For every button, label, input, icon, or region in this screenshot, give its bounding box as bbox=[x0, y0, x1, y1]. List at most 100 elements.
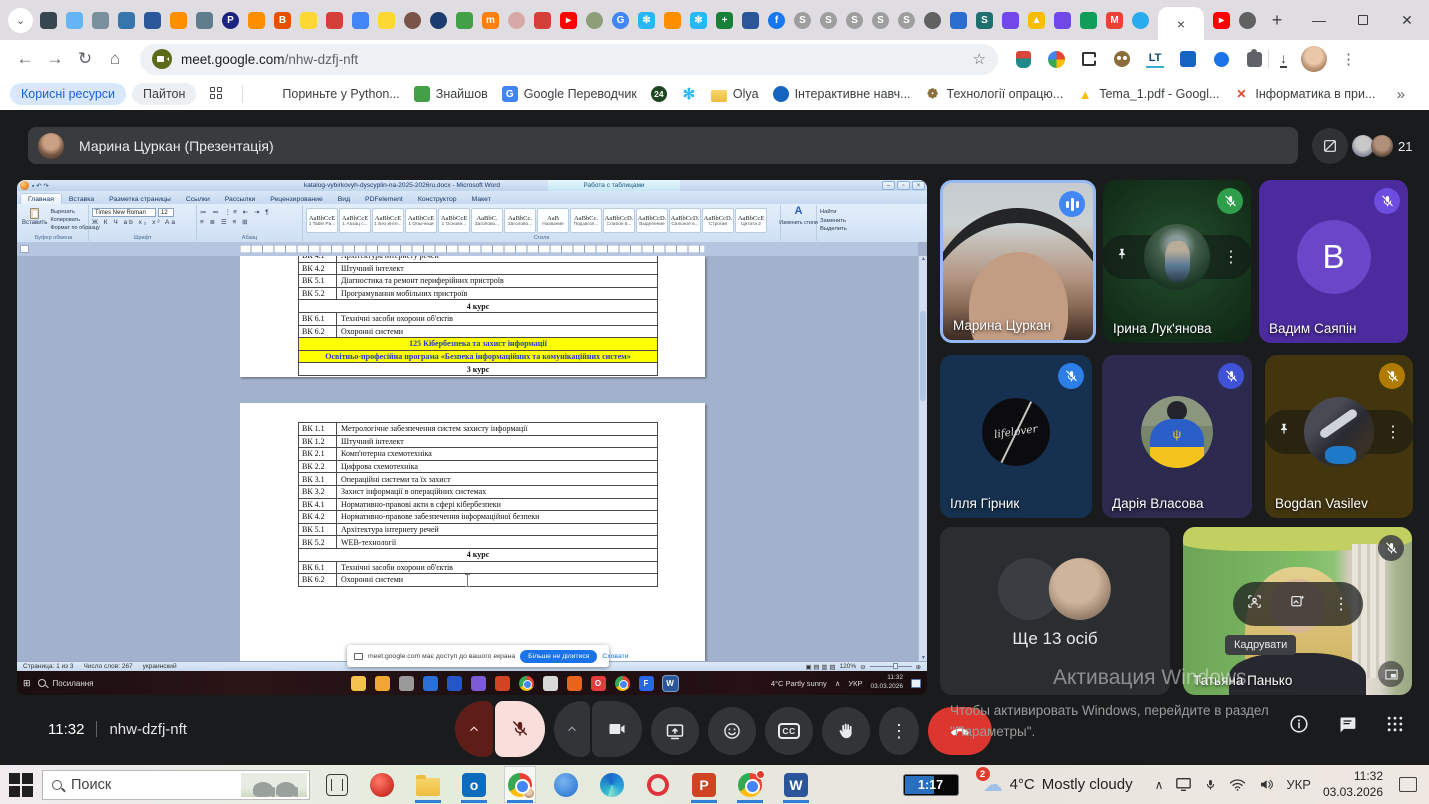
tab-favicon[interactable] bbox=[326, 12, 343, 29]
tab-favicon[interactable] bbox=[118, 12, 135, 29]
reload-icon[interactable]: ↻ bbox=[70, 49, 100, 69]
mic-options-button[interactable] bbox=[455, 701, 493, 757]
present-button[interactable] bbox=[651, 707, 699, 755]
info-panel-button[interactable] bbox=[1288, 713, 1310, 740]
tile-controls[interactable]: ⋮ bbox=[1233, 582, 1363, 626]
bookmark-translate[interactable]: GGoogle Переводчик bbox=[495, 86, 644, 102]
back-icon[interactable]: ← bbox=[10, 49, 40, 69]
pin-icon[interactable] bbox=[1277, 422, 1291, 441]
maximize-button[interactable] bbox=[1341, 0, 1385, 40]
tab-favicon[interactable] bbox=[1080, 12, 1097, 29]
battery-timer-widget[interactable]: 1:17 bbox=[903, 774, 959, 796]
owl-extension-icon[interactable] bbox=[1114, 51, 1130, 67]
mic-tray-icon[interactable] bbox=[1204, 777, 1217, 793]
tab-favicon[interactable] bbox=[196, 12, 213, 29]
tab-favicon[interactable]: G bbox=[612, 12, 629, 29]
tile-menu-icon[interactable]: ⋮ bbox=[1385, 422, 1401, 442]
tab-favicon[interactable]: S bbox=[872, 12, 889, 29]
taskbar-app-bluecircle[interactable] bbox=[550, 766, 582, 803]
adblock-extension-icon[interactable] bbox=[1016, 51, 1031, 68]
tab-search-button[interactable]: ⌄ bbox=[8, 8, 33, 33]
bookmark-badge24[interactable]: 24 bbox=[644, 86, 674, 102]
tab-favicon[interactable] bbox=[300, 12, 317, 29]
participant-tile-6[interactable]: ⋮Bogdan Vasilev bbox=[1265, 355, 1413, 518]
taskbar-app-edge[interactable] bbox=[596, 766, 628, 803]
taskbar-clock[interactable]: 11:32 03.03.2026 bbox=[1323, 769, 1383, 800]
tab-favicon[interactable]: f bbox=[768, 12, 785, 29]
action-center-icon[interactable] bbox=[1399, 777, 1417, 792]
bookmark-wave[interactable]: Пориньте у Python... bbox=[253, 86, 406, 102]
tab-favicon[interactable]: ▲ bbox=[1028, 12, 1045, 29]
pin-icon[interactable] bbox=[1115, 247, 1129, 266]
tab-favicon[interactable]: M bbox=[1106, 12, 1123, 29]
tab-favicon[interactable]: S bbox=[976, 12, 993, 29]
tab-favicon[interactable] bbox=[248, 12, 265, 29]
tab-favicon[interactable]: ✻ bbox=[638, 12, 655, 29]
tab-favicon[interactable] bbox=[664, 12, 681, 29]
taskbar-app-outlook[interactable]: o bbox=[458, 766, 490, 803]
bookmark-book[interactable]: Знайшов bbox=[407, 86, 495, 102]
tab-favicon[interactable]: B bbox=[274, 12, 291, 29]
bookmark-flower[interactable]: ❁Технології опрацю... bbox=[918, 86, 1071, 102]
tab-favicon[interactable] bbox=[534, 12, 551, 29]
profile-avatar[interactable] bbox=[1301, 46, 1327, 72]
tab-favicon[interactable] bbox=[404, 12, 421, 29]
more-options-button[interactable]: ⋮ bbox=[879, 707, 919, 755]
close-tab-icon[interactable]: × bbox=[1177, 16, 1185, 32]
active-tab[interactable]: × bbox=[1158, 7, 1204, 40]
tab-favicon[interactable] bbox=[508, 12, 525, 29]
dot-extension-icon[interactable] bbox=[1214, 52, 1229, 67]
start-button[interactable] bbox=[8, 772, 34, 798]
bookmark-folder-resources[interactable]: Корисні ресурси bbox=[10, 83, 126, 105]
bookmark-circle[interactable]: Інтерактивне навч... bbox=[766, 86, 918, 102]
layout-toggle-button[interactable] bbox=[1312, 128, 1348, 164]
bookmark-folder-python[interactable]: Пайтон bbox=[132, 83, 196, 105]
bookmark-drive[interactable]: ▲Tema_1.pdf - Googl... bbox=[1070, 86, 1226, 102]
captions-button[interactable]: CC bbox=[765, 707, 813, 755]
bookmark-joomla[interactable]: ✕Інформатика в при... bbox=[1226, 86, 1382, 102]
close-button[interactable]: ✕ bbox=[1385, 0, 1429, 40]
languagetool-extension-icon[interactable]: LT bbox=[1146, 50, 1164, 68]
taskbar-app-ppt[interactable]: P bbox=[688, 766, 720, 803]
tab-favicon[interactable] bbox=[1002, 12, 1019, 29]
tab-favicon[interactable]: ▸ bbox=[560, 12, 577, 29]
apps-grid-icon[interactable] bbox=[210, 87, 224, 101]
taskbar-app-explorer[interactable] bbox=[412, 766, 444, 803]
tab-favicon[interactable]: S bbox=[898, 12, 915, 29]
browser-menu-icon[interactable]: ⋮ bbox=[1341, 50, 1356, 68]
tab-favicon[interactable] bbox=[742, 12, 759, 29]
taskbar-app-chrome[interactable] bbox=[504, 766, 536, 803]
taskbar-app-chrome2[interactable] bbox=[734, 766, 766, 803]
mic-toggle-button[interactable] bbox=[495, 701, 545, 757]
volume-icon[interactable] bbox=[1258, 777, 1274, 792]
taskbar-search[interactable]: Поиск bbox=[42, 770, 310, 800]
tab-favicon[interactable] bbox=[950, 12, 967, 29]
bookmark-folder[interactable]: Olya bbox=[704, 87, 766, 102]
tab-favicon[interactable]: P bbox=[222, 12, 239, 29]
reactions-button[interactable] bbox=[708, 707, 756, 755]
tab-favicon[interactable] bbox=[456, 12, 473, 29]
tab-favicon[interactable]: m bbox=[482, 12, 499, 29]
forward-icon[interactable]: → bbox=[40, 49, 70, 69]
colorful-extension-icon[interactable] bbox=[1048, 51, 1065, 68]
tab-favicon[interactable] bbox=[1239, 12, 1256, 29]
new-tab-button[interactable]: + bbox=[1264, 7, 1290, 33]
screenshot-extension-icon[interactable] bbox=[1082, 52, 1096, 66]
screenshare-tile[interactable]: ▪ ↶ ↷ katalog-vybirkovyh-dyscyplin-na-20… bbox=[17, 180, 927, 695]
tab-favicon[interactable]: S bbox=[794, 12, 811, 29]
tab-favicon[interactable] bbox=[1132, 12, 1149, 29]
tile-menu-icon[interactable]: ⋮ bbox=[1223, 247, 1239, 267]
tab-favicon[interactable]: S bbox=[820, 12, 837, 29]
tab-favicon[interactable] bbox=[430, 12, 447, 29]
participant-tile-4[interactable]: lifeloverІлля Гірник bbox=[940, 355, 1092, 518]
taskbar-app-word[interactable]: W bbox=[780, 766, 812, 803]
camera-toggle-button[interactable] bbox=[592, 701, 642, 757]
tab-favicon[interactable] bbox=[66, 12, 83, 29]
downloads-icon[interactable]: ↓ bbox=[1280, 51, 1287, 68]
bookmarks-overflow-icon[interactable]: » bbox=[1397, 86, 1419, 103]
crop-icon[interactable] bbox=[1246, 593, 1263, 615]
wifi-icon[interactable] bbox=[1229, 778, 1246, 792]
tab-favicon[interactable] bbox=[40, 12, 57, 29]
tab-favicon[interactable] bbox=[170, 12, 187, 29]
task-view-button[interactable] bbox=[326, 774, 348, 796]
